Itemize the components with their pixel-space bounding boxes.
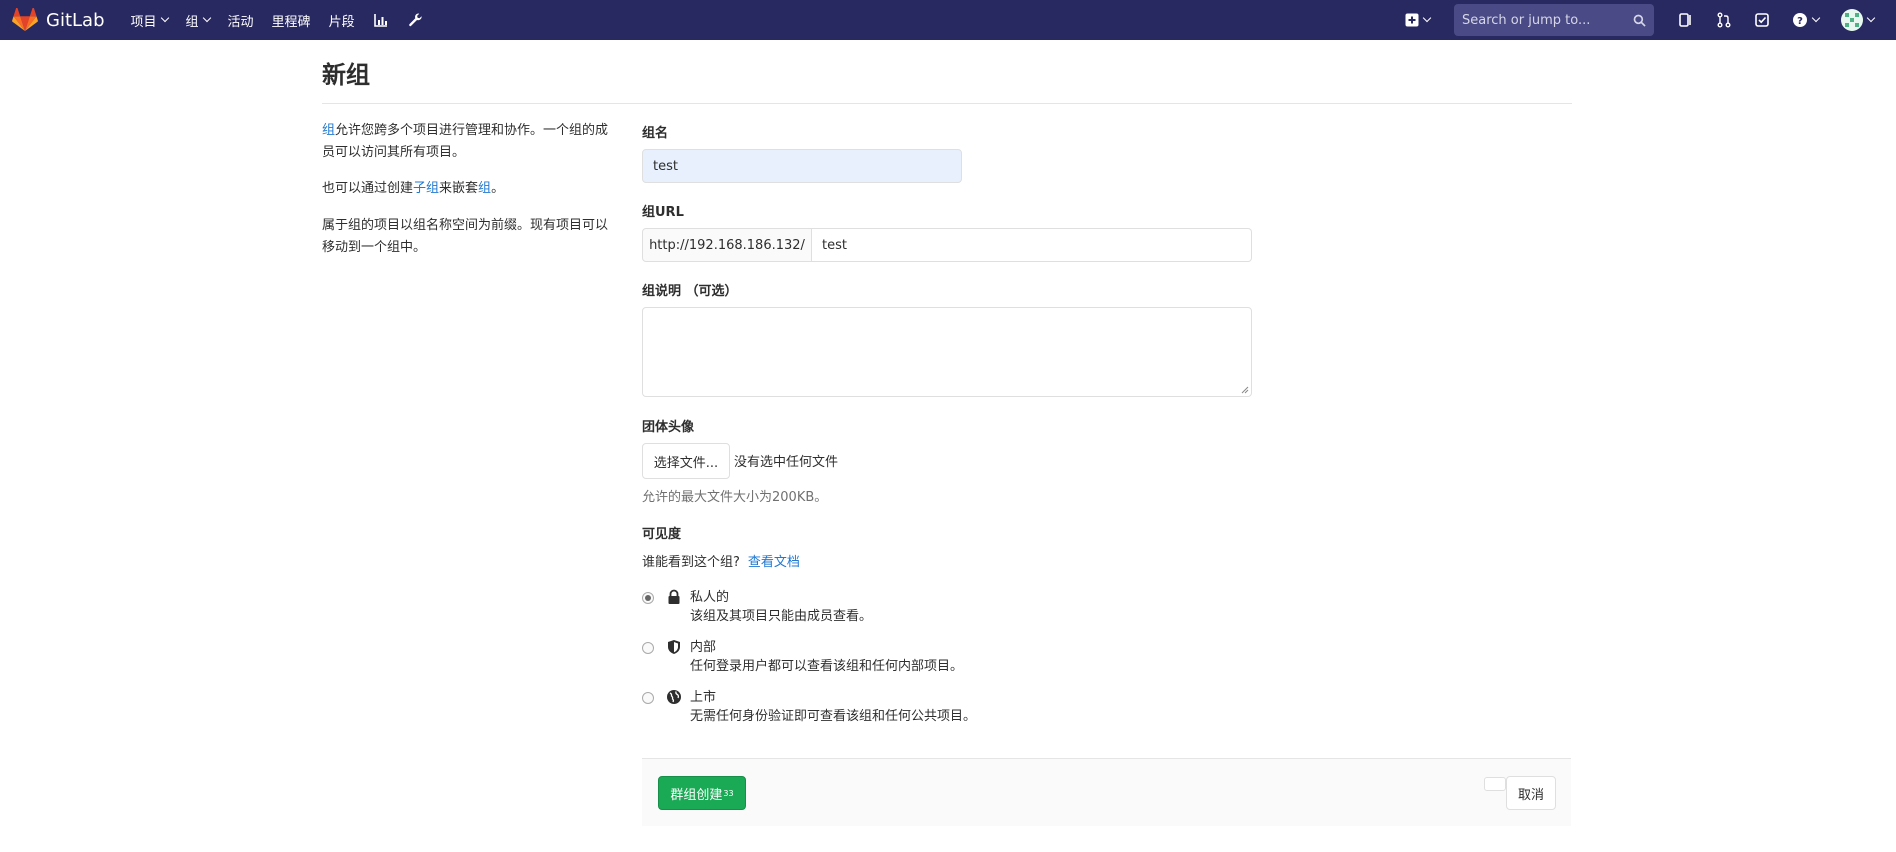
user-menu[interactable] (1841, 9, 1876, 31)
option-internal-desc: 任何登录用户都可以查看该组和任何内部项目。 (690, 659, 964, 674)
sidebar-paragraph-2: 也可以通过创建子组来嵌套组。 (322, 178, 612, 200)
small-empty-box (1484, 777, 1506, 791)
group-name-label: 组名 (642, 126, 669, 141)
subgroup-link[interactable]: 子组 (413, 181, 439, 196)
group-description-textarea[interactable] (642, 307, 1252, 397)
sidebar-paragraph-1: 组允许您跨多个项目进行管理和协作。一个组的成员可以访问其所有项目。 (322, 120, 612, 164)
sidebar-p2-c: 。 (491, 181, 505, 196)
visibility-label: 可见度 (642, 527, 682, 542)
todo-check-icon[interactable] (1754, 12, 1770, 28)
wrench-icon[interactable] (407, 12, 423, 28)
option-private-desc: 该组及其项目只能由成员查看。 (690, 609, 873, 624)
chevron-down-icon (160, 13, 169, 23)
sidebar-p1-text: 允许您跨多个项目进行管理和协作。一个组的成员可以访问其所有项目。 (322, 123, 609, 160)
navbar-right: ? (1405, 0, 1896, 40)
chevron-down-icon (1422, 13, 1432, 23)
radio-private[interactable] (642, 592, 654, 604)
create-group-button[interactable]: 群组创建 33 (658, 776, 746, 810)
group-url-field: http://192.168.186.132/ test (642, 228, 1252, 262)
title-divider (322, 103, 1572, 104)
avatar (1841, 9, 1863, 31)
main-nav: 项目 组 活动 里程碑 片段 (131, 0, 441, 40)
option-internal-title: 内部 (690, 640, 717, 655)
nav-projects-label: 项目 (130, 14, 157, 30)
form-actions: 群组创建 33 取消 (642, 758, 1571, 826)
logo-text: GitLab (46, 9, 105, 31)
search-icon (1633, 14, 1646, 27)
nav-groups-label: 组 (185, 14, 199, 30)
url-prefix: http://192.168.186.132/ (642, 228, 812, 262)
nav-projects[interactable]: 项目 (130, 11, 169, 30)
search-box[interactable] (1454, 4, 1654, 36)
new-dropdown[interactable] (1405, 13, 1432, 27)
resize-grip-icon[interactable] (1241, 386, 1249, 394)
sidebar-toggle-icon[interactable] (1678, 12, 1694, 28)
sidebar-paragraph-3: 属于组的项目以组名称空间为前缀。现有项目可以移动到一个组中。 (322, 218, 609, 255)
visibility-question: 谁能看到这个组? 查看文档 (642, 551, 800, 570)
visibility-option-internal[interactable]: 内部 任何登录用户都可以查看该组和任何内部项目。 (642, 639, 963, 677)
create-group-sup: 33 (723, 788, 734, 798)
chevron-down-icon (1866, 13, 1876, 23)
globe-icon (666, 689, 682, 705)
chart-icon[interactable] (373, 12, 389, 28)
nav-milestones[interactable]: 里程碑 (272, 11, 311, 30)
group-name-input[interactable]: test (642, 149, 962, 183)
page-title: 新组 (322, 61, 370, 89)
svg-text:?: ? (1797, 16, 1803, 27)
merge-request-icon[interactable] (1716, 12, 1732, 28)
sidebar-p2-b: 来嵌套 (439, 181, 479, 196)
help-dropdown[interactable]: ? (1792, 12, 1821, 28)
group-url-label: 组URL (642, 205, 684, 220)
group-avatar-label: 团体头像 (642, 420, 695, 435)
nav-groups[interactable]: 组 (185, 11, 211, 30)
gitlab-fox-icon (12, 8, 38, 31)
nav-snippets[interactable]: 片段 (329, 11, 355, 30)
group-link[interactable]: 组 (322, 123, 335, 138)
visibility-option-private[interactable]: 私人的 该组及其项目只能由成员查看。 (642, 589, 872, 627)
visibility-option-public[interactable]: 上市 无需任何身份验证即可查看该组和任何公共项目。 (642, 689, 976, 727)
gitlab-logo[interactable]: GitLab (12, 0, 105, 40)
docs-link[interactable]: 查看文档 (748, 555, 800, 570)
sidebar-p2-a: 也可以通过创建 (322, 181, 414, 196)
choose-file-button[interactable]: 选择文件... (642, 443, 730, 479)
file-size-hint: 允许的最大文件大小为200KB。 (642, 490, 828, 505)
group-path-input[interactable]: test (812, 228, 1252, 262)
chevron-down-icon (202, 13, 211, 23)
shield-icon (666, 639, 682, 655)
lock-icon (666, 589, 682, 605)
radio-internal[interactable] (642, 642, 654, 654)
option-public-title: 上市 (690, 690, 717, 705)
cancel-button[interactable]: 取消 (1506, 776, 1556, 810)
visibility-question-text: 谁能看到这个组? (642, 555, 740, 570)
chevron-down-icon (1811, 13, 1821, 23)
option-public-desc: 无需任何身份验证即可查看该组和任何公共项目。 (690, 709, 977, 724)
create-group-label: 群组创建 (670, 787, 723, 803)
radio-public[interactable] (642, 692, 654, 704)
top-navbar: GitLab 项目 组 活动 里程碑 片段 Search or jump to.… (0, 0, 1896, 40)
file-status-text: 没有选中任何文件 (734, 455, 839, 470)
plus-square-icon (1405, 13, 1419, 27)
option-private-title: 私人的 (690, 590, 730, 605)
search-input[interactable] (1462, 12, 1622, 28)
group-description-label: 组说明 （可选） (642, 284, 738, 299)
group-link-2[interactable]: 组 (478, 181, 491, 196)
nav-activity[interactable]: 活动 (228, 11, 254, 30)
help-icon: ? (1793, 13, 1807, 27)
